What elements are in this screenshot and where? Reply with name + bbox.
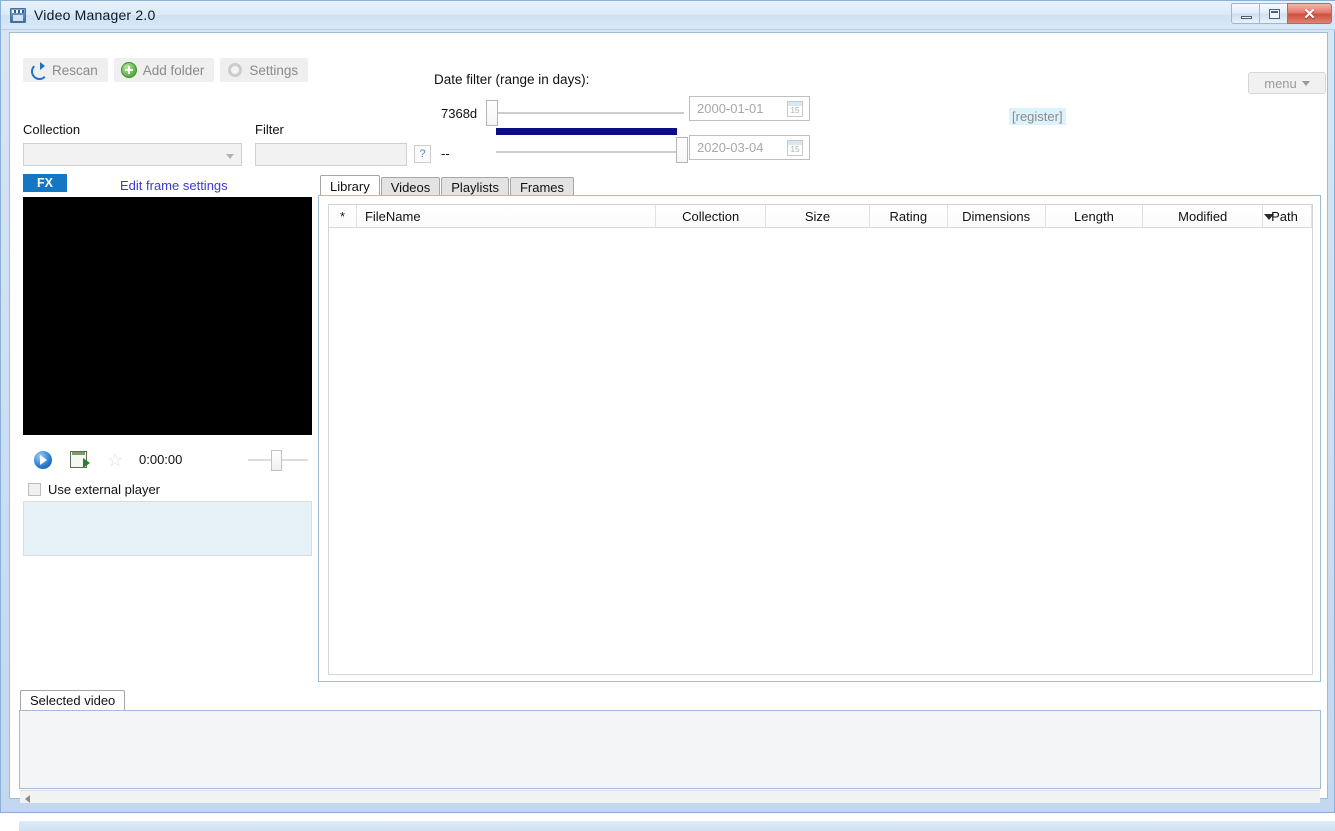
table-header-row: * FileName Collection Size Rating Dimensions L… xyxy=(329,205,1313,228)
toolbar: Rescan Add folder Settings xyxy=(23,58,309,82)
export-icon[interactable] xyxy=(70,451,90,468)
client-area: Rescan Add folder Settings Collection Fi… xyxy=(9,32,1335,831)
use-external-player-checkbox[interactable]: Use external player xyxy=(28,482,160,497)
star-icon[interactable]: ☆ xyxy=(107,451,123,469)
filter-label: Filter xyxy=(255,122,284,137)
tab-selected-video[interactable]: Selected video xyxy=(20,690,126,710)
column-header-label: Dimensions xyxy=(962,208,1031,224)
chevron-down-icon xyxy=(226,154,234,159)
column-header-filename[interactable]: FileName xyxy=(357,205,657,227)
rescan-button[interactable]: Rescan xyxy=(23,58,108,82)
date-range-bar xyxy=(496,128,677,135)
tab-videos[interactable]: Videos xyxy=(380,177,441,197)
range-start-label: 7368d xyxy=(441,106,478,121)
close-icon: ✕ xyxy=(1303,5,1316,23)
settings-label: Settings xyxy=(249,62,299,78)
settings-button[interactable]: Settings xyxy=(220,58,309,82)
range-end-label: -- xyxy=(441,146,450,161)
window-title: Video Manager 2.0 xyxy=(34,7,156,23)
column-header-label: Length xyxy=(1074,208,1114,224)
column-header-label: Rating xyxy=(889,208,928,224)
scroll-left-arrow-icon[interactable] xyxy=(25,795,30,803)
date-to-field[interactable]: 2020-03-04 15 xyxy=(689,135,810,160)
minimize-button[interactable] xyxy=(1231,3,1260,24)
column-header-size[interactable]: Size xyxy=(766,205,870,227)
use-external-player-label: Use external player xyxy=(48,482,160,497)
library-panel: * FileName Collection Size Rating Dimensions L… xyxy=(318,195,1321,682)
filter-help-button[interactable]: ? xyxy=(414,145,431,163)
edit-frame-settings-link[interactable]: Edit frame settings xyxy=(120,178,228,193)
checkbox-icon xyxy=(28,483,41,496)
date-to-value: 2020-03-04 xyxy=(697,140,764,155)
video-manager-icon xyxy=(10,8,26,23)
column-header-rating[interactable]: Rating xyxy=(870,205,948,227)
menu-button[interactable]: menu xyxy=(1248,72,1326,94)
date-from-slider-track[interactable] xyxy=(496,112,684,114)
playback-time: 0:00:00 xyxy=(139,452,183,467)
column-header-dimensions[interactable]: Dimensions xyxy=(948,205,1046,227)
video-preview[interactable] xyxy=(23,197,312,435)
main-tabs: Library Videos Playlists Frames xyxy=(320,175,575,197)
window-controls: ✕ xyxy=(1231,3,1332,25)
plus-circle-icon xyxy=(120,62,137,78)
calendar-icon[interactable]: 15 xyxy=(787,139,803,156)
rescan-label: Rescan xyxy=(52,62,98,78)
horizontal-scrollbar[interactable] xyxy=(20,790,1320,803)
column-header-label: FileName xyxy=(364,208,421,224)
add-folder-label: Add folder xyxy=(142,62,205,78)
maximize-icon xyxy=(1269,9,1280,19)
column-header-label: * xyxy=(339,208,346,224)
info-panel xyxy=(23,501,312,556)
collection-dropdown[interactable] xyxy=(23,143,242,166)
calendar-icon[interactable]: 15 xyxy=(787,100,803,117)
column-header-label: Size xyxy=(804,208,831,224)
column-header-label: Collection xyxy=(682,208,740,224)
column-header-modified[interactable]: Modified xyxy=(1143,205,1275,227)
register-link[interactable]: [register] xyxy=(1009,108,1066,125)
filter-input[interactable] xyxy=(255,143,407,166)
date-from-field[interactable]: 2000-01-01 15 xyxy=(689,96,810,121)
column-header-length[interactable]: Length xyxy=(1046,205,1144,227)
date-to-slider-thumb[interactable] xyxy=(676,137,688,163)
tab-library[interactable]: Library xyxy=(320,175,380,197)
minimize-icon xyxy=(1241,16,1252,19)
tab-playlists[interactable]: Playlists xyxy=(441,177,509,197)
column-header-collection[interactable]: Collection xyxy=(656,205,767,227)
refresh-icon xyxy=(30,62,48,80)
menu-label: menu xyxy=(1264,75,1297,91)
date-from-slider-thumb[interactable] xyxy=(486,100,498,126)
column-header--[interactable]: * xyxy=(329,205,357,227)
selected-video-panel xyxy=(19,710,1321,789)
title-bar: Video Manager 2.0 ✕ xyxy=(1,1,1335,30)
fx-button[interactable]: FX xyxy=(23,174,67,192)
volume-slider-thumb[interactable] xyxy=(271,450,282,471)
status-strip xyxy=(19,821,1335,831)
chevron-down-icon xyxy=(1301,80,1310,86)
maximize-button[interactable] xyxy=(1259,3,1288,24)
collection-label: Collection xyxy=(23,122,81,137)
date-from-value: 2000-01-01 xyxy=(697,101,764,116)
column-header-path[interactable]: Path xyxy=(1263,205,1313,227)
date-filter-label: Date filter (range in days): xyxy=(434,72,590,87)
add-folder-button[interactable]: Add folder xyxy=(113,58,215,82)
tab-frames[interactable]: Frames xyxy=(509,177,575,197)
date-to-slider-track[interactable] xyxy=(496,151,684,153)
gear-icon xyxy=(227,62,243,78)
play-icon[interactable] xyxy=(34,451,52,469)
close-button[interactable]: ✕ xyxy=(1287,3,1332,24)
column-header-label: Path xyxy=(1271,208,1298,224)
library-table: * FileName Collection Size Rating Dimensions L… xyxy=(328,204,1313,675)
column-header-label: Modified xyxy=(1178,208,1228,224)
application-window: Video Manager 2.0 ✕ Rescan Add folder Se… xyxy=(0,0,1335,831)
